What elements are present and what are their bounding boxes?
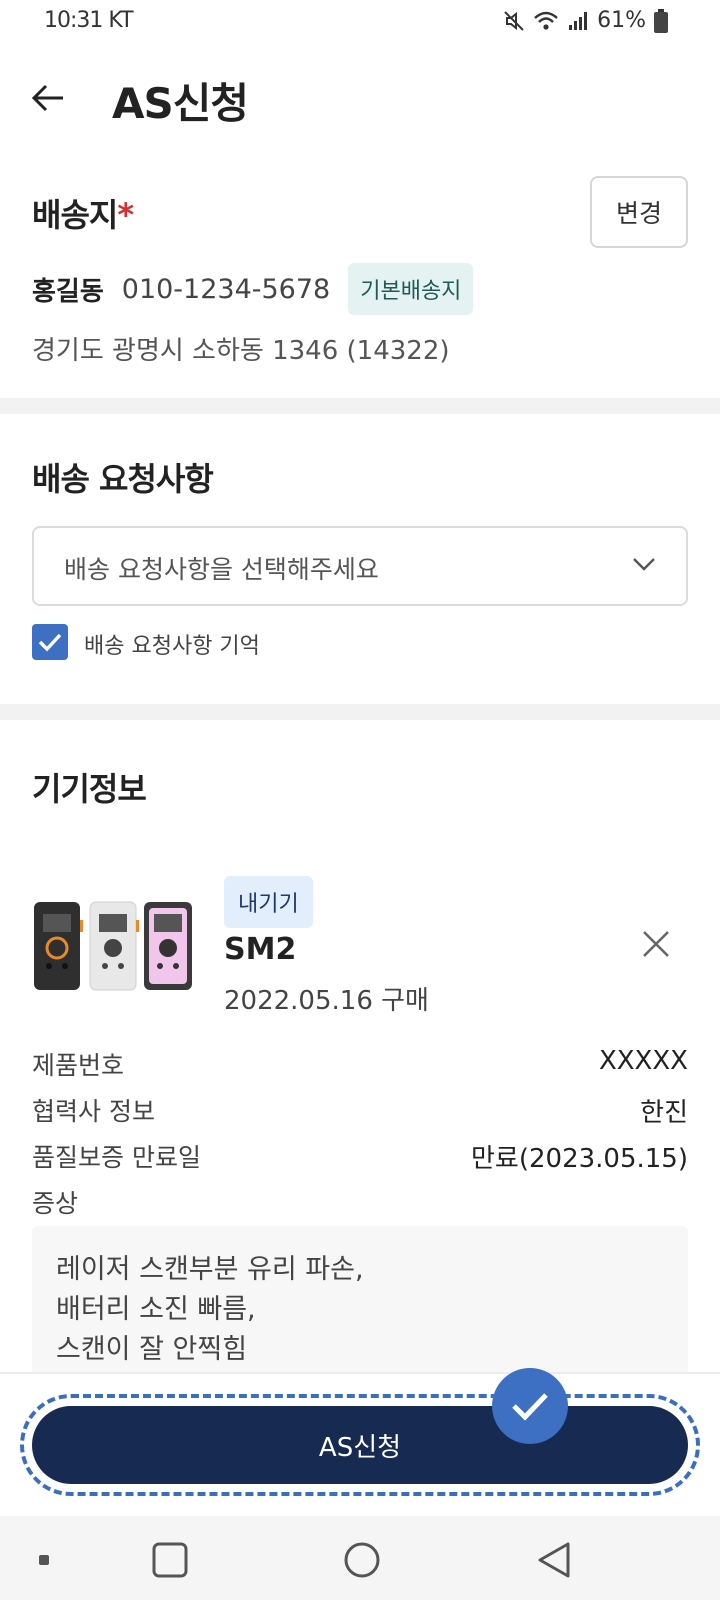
submit-as-request-button[interactable]: AS신청 bbox=[32, 1406, 688, 1484]
back-triangle-icon bbox=[538, 1542, 570, 1578]
signal-icon bbox=[567, 10, 589, 32]
symptom-line: 스캔이 잘 안찍힘 bbox=[56, 1334, 248, 1365]
status-icons: 61% bbox=[503, 8, 668, 33]
info-label: 품질보증 만료일 bbox=[32, 1143, 201, 1172]
recents-icon bbox=[152, 1542, 188, 1578]
section-divider bbox=[0, 704, 720, 720]
bottom-action-bar: AS신청 bbox=[0, 1368, 720, 1516]
recipient-phone: 010-1234-5678 bbox=[121, 273, 331, 305]
section-divider bbox=[0, 398, 720, 414]
battery-percent: 61% bbox=[597, 8, 646, 33]
home-icon bbox=[344, 1542, 380, 1578]
system-nav-bar bbox=[0, 1516, 720, 1600]
scanner-devices-icon bbox=[34, 901, 192, 991]
close-icon bbox=[643, 931, 669, 957]
shipping-section-title: 배송지* bbox=[32, 190, 134, 236]
page-title: AS신청 bbox=[112, 79, 249, 128]
symptom-textarea[interactable]: 레이저 스캔부분 유리 파손, 배터리 소진 빠름, 스캔이 잘 안찍힘 bbox=[32, 1226, 688, 1386]
remember-request-label: 배송 요청사항 기억 bbox=[84, 634, 260, 659]
info-value: 한진 bbox=[640, 1098, 688, 1128]
address-text: 경기도 광명시 소하동 1346 (14322) bbox=[32, 336, 450, 366]
select-placeholder: 배송 요청사항을 선택해주세요 bbox=[64, 555, 379, 584]
status-bar: 10:31 KT 61% bbox=[0, 0, 720, 46]
required-mark: * bbox=[117, 196, 134, 234]
info-value: 만료(2023.05.15) bbox=[471, 1144, 688, 1174]
home-button[interactable] bbox=[338, 1536, 386, 1584]
back-button[interactable] bbox=[26, 76, 70, 120]
shipping-title-text: 배송지 bbox=[32, 196, 118, 234]
purchase-date: 2022.05.16 구매 bbox=[224, 986, 429, 1016]
symptom-line: 레이저 스캔부분 유리 파손, bbox=[56, 1254, 364, 1285]
remove-device-button[interactable] bbox=[636, 924, 676, 964]
delivery-request-select[interactable]: 배송 요청사항을 선택해주세요 bbox=[32, 526, 688, 606]
symptom-line: 배터리 소진 빠름, bbox=[56, 1294, 256, 1325]
arrow-left-icon bbox=[31, 84, 63, 112]
device-section-title: 기기정보 bbox=[32, 770, 147, 808]
recents-button[interactable] bbox=[146, 1536, 194, 1584]
info-label: 제품번호 bbox=[32, 1051, 125, 1080]
chevron-down-icon bbox=[632, 556, 656, 576]
nav-dot-button[interactable] bbox=[20, 1536, 68, 1584]
device-name: SM2 bbox=[224, 932, 297, 967]
info-row-warranty: 품질보증 만료일 만료(2023.05.15) bbox=[32, 1134, 688, 1174]
status-time: 10:31 KT bbox=[44, 8, 134, 33]
request-section-title: 배송 요청사항 bbox=[32, 460, 214, 498]
battery-icon bbox=[654, 8, 668, 33]
mute-icon bbox=[503, 10, 525, 32]
my-device-badge: 내기기 bbox=[224, 876, 313, 928]
recipient-name: 홍길동 bbox=[32, 276, 104, 307]
wifi-icon bbox=[533, 10, 559, 32]
recipient-row: 홍길동 010-1234-5678 기본배송지 bbox=[32, 263, 474, 315]
info-label: 협력사 정보 bbox=[32, 1097, 155, 1126]
dot-icon bbox=[39, 1555, 49, 1565]
back-nav-button[interactable] bbox=[530, 1536, 578, 1584]
app-header: AS신청 bbox=[0, 58, 720, 138]
check-circle-icon bbox=[492, 1368, 568, 1444]
check-icon bbox=[38, 633, 62, 652]
default-address-badge: 기본배송지 bbox=[348, 263, 474, 315]
info-row-serial: 제품번호 XXXXX bbox=[32, 1042, 688, 1082]
symptom-label: 증상 bbox=[32, 1189, 79, 1218]
device-image bbox=[32, 900, 196, 992]
info-row-partner: 협력사 정보 한진 bbox=[32, 1088, 688, 1128]
remember-request-checkbox[interactable] bbox=[32, 624, 68, 660]
change-address-button[interactable]: 변경 bbox=[590, 176, 688, 248]
info-row-symptom: 증상 bbox=[32, 1180, 688, 1220]
info-value: XXXXX bbox=[598, 1046, 688, 1076]
